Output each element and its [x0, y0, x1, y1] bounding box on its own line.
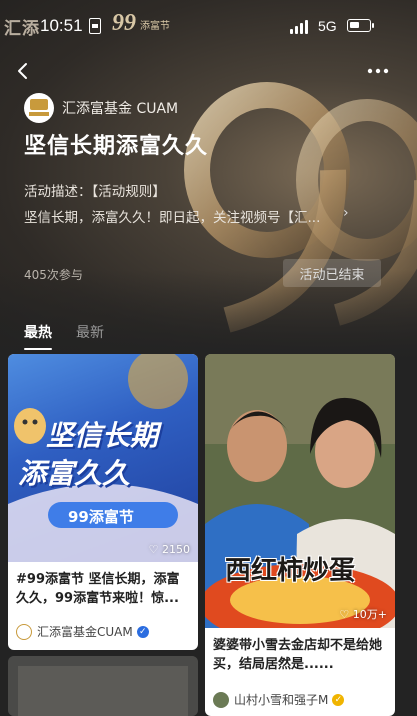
chevron-right-icon[interactable]: ›	[343, 205, 349, 221]
activity-description-label[interactable]: 活动描述：【活动规则】	[24, 180, 166, 200]
status-time: 10:51	[40, 16, 83, 35]
like-count: ♡ 2150	[148, 543, 190, 556]
organizer-avatar	[24, 93, 54, 123]
participant-count: 405次参与	[24, 268, 83, 282]
author-avatar	[16, 623, 32, 640]
thumbnail-badge: 99添富节	[68, 508, 134, 526]
organizer[interactable]: 汇添富基金 CUAM	[24, 93, 178, 123]
festival-logo-text: 添富节	[140, 21, 170, 32]
video-thumbnail	[8, 656, 198, 716]
activity-title: 坚信长期添富久久	[24, 134, 209, 159]
video-card[interactable]: 坚信长期 添富久久 99添富节 ♡ 2150 #99添富节 坚信长期，添富久久，…	[8, 354, 198, 650]
activity-ended-button[interactable]: 活动已结束	[283, 259, 381, 287]
signal-icon	[290, 20, 310, 34]
author-name: 汇添富基金CUAM	[37, 625, 133, 639]
verified-icon: ✓	[136, 625, 149, 638]
thumbnail-headline-1: 坚信长期	[46, 419, 159, 452]
video-card[interactable]	[8, 656, 198, 716]
more-icon[interactable]	[367, 68, 389, 74]
network-type: 5G	[318, 18, 337, 34]
organizer-name: 汇添富基金 CUAM	[62, 101, 179, 117]
author-name: 山村小雪和强子M	[234, 693, 329, 707]
sort-tabs: 最热 最新	[24, 322, 104, 350]
author-avatar	[213, 691, 229, 708]
card-author[interactable]: 汇添富基金CUAM ✓	[16, 623, 149, 640]
notification-icon	[89, 18, 101, 34]
tab-latest[interactable]: 最新	[76, 322, 104, 342]
card-title[interactable]: #99添富节 坚信长期，添富久久，99添富节来啦！惊...	[8, 562, 198, 608]
battery-icon	[347, 19, 374, 32]
festival-logo-number: 99	[112, 10, 136, 36]
tab-hottest[interactable]: 最热	[24, 322, 52, 350]
video-thumbnail[interactable]: 西红柿炒蛋 ♡ 10万+	[205, 354, 395, 628]
thumbnail-caption: 西红柿炒蛋	[225, 556, 356, 586]
status-brand-text: 汇添	[4, 19, 40, 39]
card-title[interactable]: 婆婆带小雪去金店却不是给她买，结局居然是......	[205, 628, 395, 674]
back-icon[interactable]	[14, 62, 32, 80]
thumbnail-headline-2: 添富久久	[18, 457, 131, 490]
activity-description-text[interactable]: 坚信长期，添富久久！即日起，关注视频号【汇...	[24, 206, 344, 226]
status-bar: 汇添 10:51 99 添富节 5G	[0, 0, 417, 56]
card-author[interactable]: 山村小雪和强子M ✓	[213, 691, 345, 708]
verified-icon: ✓	[332, 693, 345, 706]
video-card[interactable]: 西红柿炒蛋 ♡ 10万+ 婆婆带小雪去金店却不是给她买，结局居然是...... …	[205, 354, 395, 716]
video-thumbnail[interactable]: 坚信长期 添富久久 99添富节 ♡ 2150	[8, 354, 198, 562]
like-count: ♡ 10万+	[339, 608, 387, 621]
